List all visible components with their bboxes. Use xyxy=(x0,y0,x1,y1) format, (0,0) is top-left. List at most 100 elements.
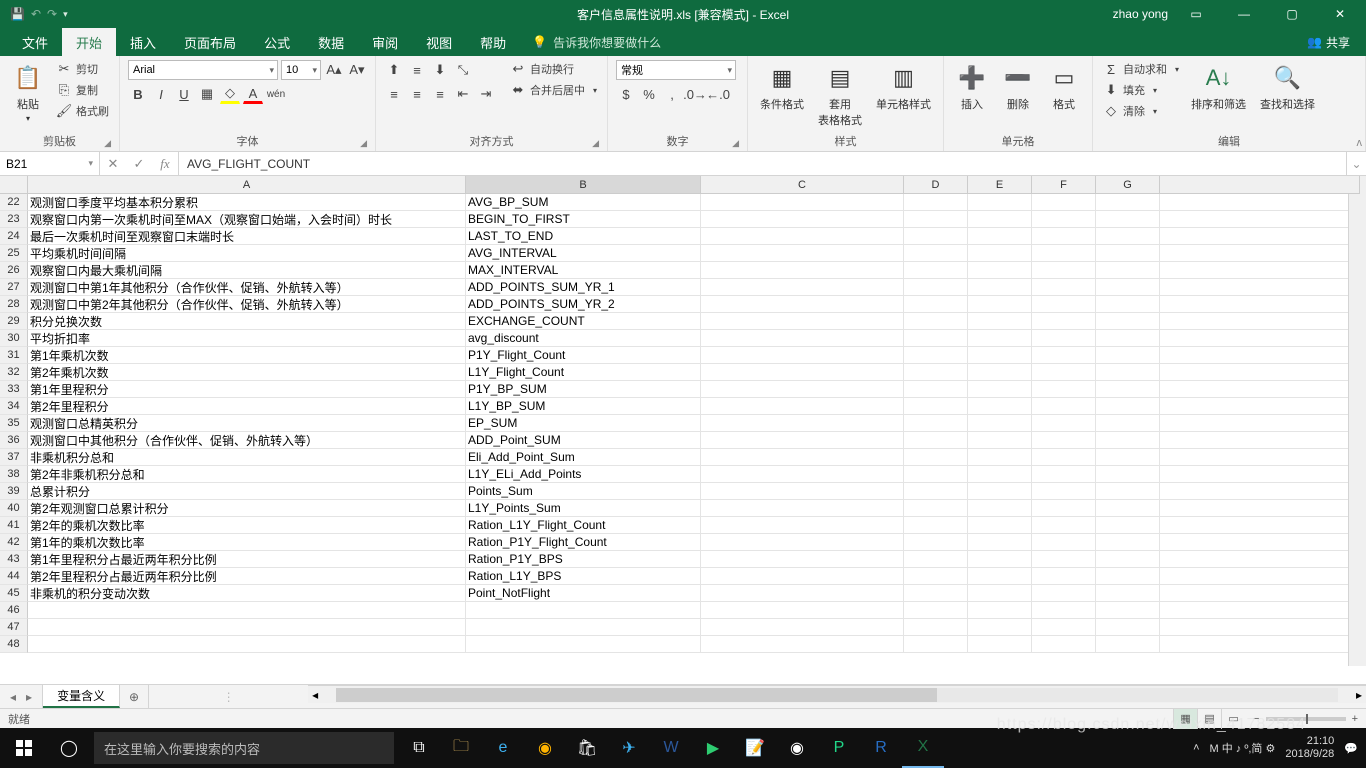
cell[interactable] xyxy=(1096,211,1160,228)
cell[interactable] xyxy=(904,619,968,636)
fill-color-button[interactable]: ◇ xyxy=(220,84,240,104)
maximize-button[interactable]: ▢ xyxy=(1272,0,1312,28)
cell[interactable] xyxy=(701,432,904,449)
col-header-F[interactable]: F xyxy=(1032,176,1096,194)
tray-chevron-icon[interactable]: ˄ xyxy=(1193,742,1199,754)
cell[interactable] xyxy=(1160,381,1360,398)
row-header-33[interactable]: 33 xyxy=(0,381,28,398)
cell[interactable] xyxy=(904,432,968,449)
cell[interactable] xyxy=(1160,245,1360,262)
col-header-D[interactable]: D xyxy=(904,176,968,194)
cell[interactable] xyxy=(1032,483,1096,500)
cell[interactable] xyxy=(1032,245,1096,262)
cell[interactable] xyxy=(904,602,968,619)
cell[interactable] xyxy=(1096,364,1160,381)
cell[interactable] xyxy=(1032,347,1096,364)
cell[interactable]: 平均折扣率 xyxy=(28,330,466,347)
cell[interactable] xyxy=(904,262,968,279)
align-middle-icon[interactable]: ≡ xyxy=(407,60,427,80)
notifications-icon[interactable]: 💬 xyxy=(1344,742,1358,755)
phonetic-button[interactable]: wén xyxy=(266,84,286,104)
cell[interactable] xyxy=(904,364,968,381)
cell[interactable]: 观测窗口中第1年其他积分（合作伙伴、促销、外航转入等） xyxy=(28,279,466,296)
cell[interactable] xyxy=(968,466,1032,483)
system-tray[interactable]: ˄ M 中 ♪ º,简 ⚙ 21:10 2018/9/28 💬 xyxy=(1193,735,1366,761)
row-header-36[interactable]: 36 xyxy=(0,432,28,449)
store-icon[interactable]: 🛍 xyxy=(566,728,608,768)
cell[interactable]: EXCHANGE_COUNT xyxy=(466,313,701,330)
cell[interactable] xyxy=(1160,449,1360,466)
cell[interactable] xyxy=(1160,415,1360,432)
cell[interactable] xyxy=(1096,517,1160,534)
cell[interactable] xyxy=(1096,551,1160,568)
decrease-font-icon[interactable]: A▾ xyxy=(347,60,367,80)
cell[interactable] xyxy=(1096,432,1160,449)
cell[interactable] xyxy=(701,483,904,500)
tab-home[interactable]: 开始 xyxy=(62,28,116,56)
cell[interactable] xyxy=(466,636,701,653)
row-header-24[interactable]: 24 xyxy=(0,228,28,245)
cell[interactable]: L1Y_ELi_Add_Points xyxy=(466,466,701,483)
cell[interactable] xyxy=(904,381,968,398)
name-box[interactable]: B21 xyxy=(0,152,100,175)
row-header-28[interactable]: 28 xyxy=(0,296,28,313)
enter-formula-icon[interactable]: ✓ xyxy=(126,156,152,172)
merge-center-button[interactable]: ⬌合并后居中▾ xyxy=(508,81,599,99)
player-icon[interactable]: ▶ xyxy=(692,728,734,768)
format-table-button[interactable]: ▤套用 表格格式 xyxy=(814,60,866,130)
cell[interactable] xyxy=(701,602,904,619)
cell[interactable] xyxy=(1160,517,1360,534)
add-sheet-button[interactable]: ⊕ xyxy=(120,685,148,708)
cell[interactable] xyxy=(968,636,1032,653)
cell[interactable] xyxy=(701,330,904,347)
cell[interactable] xyxy=(904,415,968,432)
col-header-A[interactable]: A xyxy=(28,176,466,194)
select-all-corner[interactable] xyxy=(0,176,28,194)
cell[interactable] xyxy=(701,568,904,585)
cell[interactable] xyxy=(904,194,968,211)
indent-increase-icon[interactable]: ⇥ xyxy=(476,84,496,104)
zoom-out-icon[interactable]: − xyxy=(1253,713,1259,725)
row-header-22[interactable]: 22 xyxy=(0,194,28,211)
cell[interactable] xyxy=(1032,262,1096,279)
cancel-formula-icon[interactable]: ✕ xyxy=(100,156,126,172)
cell[interactable] xyxy=(701,194,904,211)
cell[interactable] xyxy=(701,398,904,415)
close-button[interactable]: ✕ xyxy=(1320,0,1360,28)
row-header-41[interactable]: 41 xyxy=(0,517,28,534)
clear-button[interactable]: ◇清除▾ xyxy=(1101,102,1181,120)
pycharm-icon[interactable]: P xyxy=(818,728,860,768)
row-header-30[interactable]: 30 xyxy=(0,330,28,347)
italic-button[interactable]: I xyxy=(151,84,171,104)
cell[interactable]: 观察窗口内第一次乘机时间至MAX（观察窗口始端，入会时间）时长 xyxy=(28,211,466,228)
cell[interactable]: 积分兑换次数 xyxy=(28,313,466,330)
word-icon[interactable]: W xyxy=(650,728,692,768)
sheet-nav[interactable]: ◂▸ xyxy=(0,685,43,708)
cell[interactable] xyxy=(1032,228,1096,245)
cell[interactable] xyxy=(1032,279,1096,296)
cell[interactable] xyxy=(1096,449,1160,466)
tab-split[interactable]: ⋮ xyxy=(148,685,308,708)
cell[interactable]: 第1年乘机次数 xyxy=(28,347,466,364)
cell[interactable] xyxy=(1096,568,1160,585)
cell[interactable] xyxy=(968,279,1032,296)
cell[interactable]: 第1年里程积分 xyxy=(28,381,466,398)
cell[interactable] xyxy=(701,347,904,364)
cortana-icon[interactable]: ◯ xyxy=(48,728,90,768)
cell[interactable] xyxy=(968,602,1032,619)
row-header-40[interactable]: 40 xyxy=(0,500,28,517)
delete-cells-button[interactable]: ➖删除 xyxy=(998,60,1038,114)
dialog-launcher-icon[interactable]: ◢ xyxy=(360,138,367,149)
row-header-34[interactable]: 34 xyxy=(0,398,28,415)
cell[interactable] xyxy=(1032,296,1096,313)
cell[interactable] xyxy=(1032,194,1096,211)
comma-icon[interactable]: , xyxy=(662,84,682,104)
cell[interactable] xyxy=(968,381,1032,398)
cell[interactable]: ADD_Point_SUM xyxy=(466,432,701,449)
cell[interactable]: L1Y_BP_SUM xyxy=(466,398,701,415)
col-header-C[interactable]: C xyxy=(701,176,904,194)
cell[interactable] xyxy=(1160,585,1360,602)
cell[interactable] xyxy=(1096,534,1160,551)
cell-styles-button[interactable]: ▥单元格样式 xyxy=(872,60,935,114)
row-header-31[interactable]: 31 xyxy=(0,347,28,364)
